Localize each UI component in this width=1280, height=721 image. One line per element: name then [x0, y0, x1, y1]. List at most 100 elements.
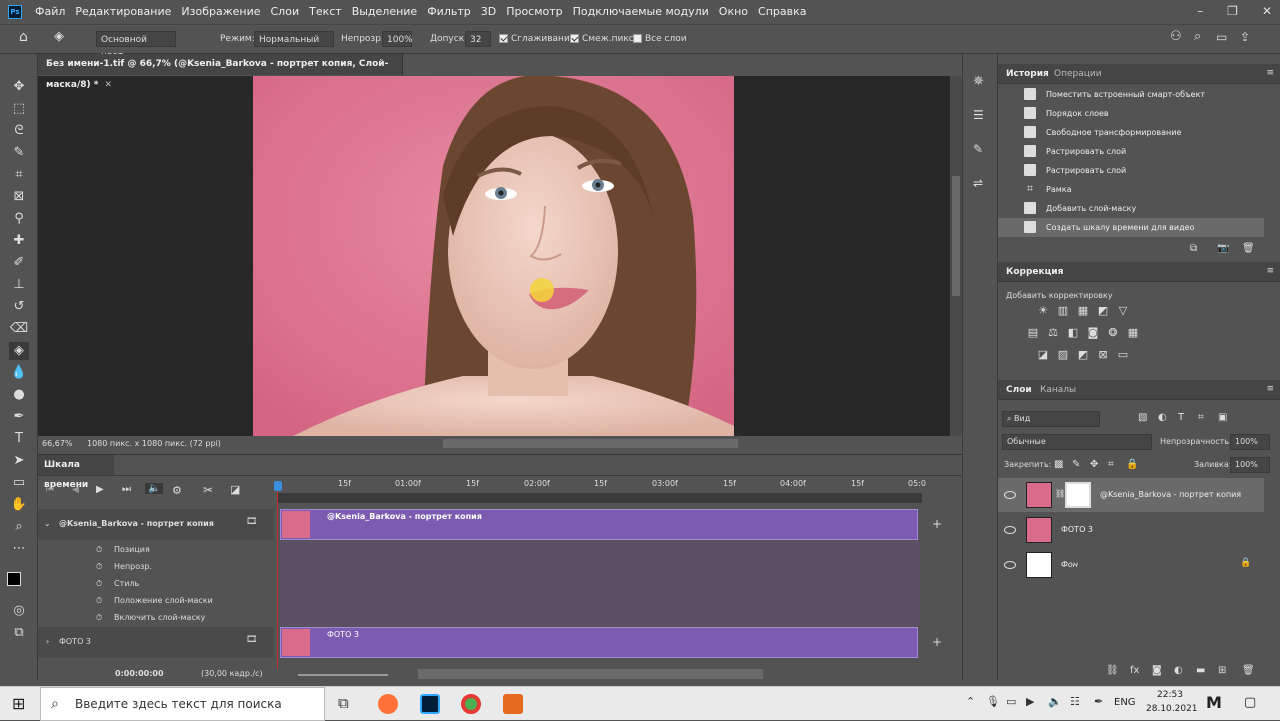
- work-area-bar[interactable]: [278, 493, 922, 503]
- selective-color-icon[interactable]: ⊠: [1096, 349, 1110, 361]
- previous-frame-icon[interactable]: ◀: [72, 485, 79, 495]
- delete-layer-icon[interactable]: 🗑: [1242, 665, 1255, 676]
- photoshop-taskbar-icon[interactable]: [420, 694, 440, 714]
- workspace-icon[interactable]: ▭: [1216, 29, 1227, 45]
- stopwatch-icon[interactable]: ⏱: [96, 596, 102, 606]
- hue-saturation-icon[interactable]: ▤: [1026, 327, 1040, 339]
- brightness-icon[interactable]: ☀: [1036, 305, 1050, 317]
- mode-select[interactable]: Нормальный: [254, 31, 334, 47]
- layer-mask-thumbnail[interactable]: [1065, 482, 1091, 508]
- visibility-eye-icon[interactable]: [1004, 491, 1016, 499]
- visibility-eye-icon[interactable]: [1004, 561, 1016, 569]
- close-tab-icon[interactable]: ✕: [104, 80, 112, 90]
- history-item-active[interactable]: Создать шкалу времени для видео: [998, 218, 1264, 237]
- photo-filter-icon[interactable]: ◙: [1086, 327, 1100, 339]
- hand-tool-icon[interactable]: ✋: [9, 496, 29, 514]
- link-layers-icon[interactable]: ⛓: [1106, 665, 1119, 676]
- film-icon[interactable]: 🎞: [246, 517, 257, 527]
- levels-icon[interactable]: ▥: [1056, 305, 1070, 317]
- stopwatch-icon[interactable]: ⏱: [96, 613, 102, 623]
- tray-expand-icon[interactable]: ⌃: [966, 695, 975, 708]
- quick-select-tool-icon[interactable]: ✎: [9, 144, 29, 162]
- video-clip[interactable]: @Ksenia_Barkova - портрет копия: [280, 509, 918, 540]
- share-icon[interactable]: ⚇: [1170, 29, 1182, 45]
- new-adjustment-icon[interactable]: ◐: [1174, 665, 1183, 676]
- filter-pixel-icon[interactable]: ▧: [1138, 412, 1147, 423]
- color-lookup-icon[interactable]: ▦: [1126, 327, 1140, 339]
- tab-layers[interactable]: Слои: [1000, 380, 1038, 400]
- add-mask-icon[interactable]: ◙: [1152, 665, 1162, 676]
- add-media-icon[interactable]: +: [932, 517, 942, 531]
- collapse-icon[interactable]: ⌄: [44, 519, 51, 528]
- minimize-icon[interactable]: –: [1197, 4, 1203, 18]
- panel-menu-icon[interactable]: ≡: [1266, 384, 1274, 394]
- video-clip[interactable]: ФОТО 3: [280, 627, 918, 658]
- history-item[interactable]: Поместить встроенный смарт-объект: [998, 85, 1264, 104]
- export-icon[interactable]: ⇪: [1240, 29, 1250, 45]
- home-icon[interactable]: ⌂: [19, 29, 28, 45]
- stopwatch-icon[interactable]: ⏱: [96, 562, 102, 572]
- stamp-tool-icon[interactable]: ⊥: [9, 276, 29, 294]
- lock-artboard-icon[interactable]: ⌗: [1108, 459, 1114, 470]
- pen-tool-icon[interactable]: ✒: [9, 408, 29, 426]
- history-panel-icon[interactable]: ✵: [973, 74, 984, 89]
- go-to-first-frame-icon[interactable]: ⏮: [46, 485, 54, 495]
- zoom-level[interactable]: 66,67%: [42, 437, 73, 451]
- frame-tool-icon[interactable]: ⊠: [9, 188, 29, 206]
- timeline-tab[interactable]: Шкала времени: [38, 455, 114, 490]
- shape-tool-icon[interactable]: ▭: [9, 474, 29, 492]
- eyedropper-tool-icon[interactable]: ⚲: [9, 210, 29, 228]
- new-doc-from-state-icon[interactable]: ⧉: [1190, 243, 1197, 254]
- meet-icon[interactable]: ▶: [1026, 695, 1034, 708]
- network-icon[interactable]: ▭: [1006, 695, 1016, 708]
- menu-help[interactable]: Справка: [753, 0, 811, 24]
- menu-layers[interactable]: Слои: [266, 0, 305, 24]
- play-icon[interactable]: ▶: [96, 484, 104, 495]
- crop-tool-icon[interactable]: ⌗: [9, 166, 29, 184]
- track-header[interactable]: ⌄ @Ksenia_Barkova - портрет копия 🎞: [38, 509, 274, 540]
- paint-bucket-icon[interactable]: ◈: [54, 29, 64, 45]
- fill-input[interactable]: 100%: [1230, 457, 1270, 473]
- properties-panel-icon[interactable]: ☰: [973, 108, 984, 122]
- curves-icon[interactable]: ▦: [1076, 305, 1090, 317]
- antialias-checkbox[interactable]: Сглаживание: [499, 31, 575, 47]
- color-balance-icon[interactable]: ⚖: [1046, 327, 1060, 339]
- menu-select[interactable]: Выделение: [347, 0, 423, 24]
- brush-panel-icon[interactable]: ✎: [973, 142, 983, 156]
- filter-smart-icon[interactable]: ▣: [1218, 412, 1227, 423]
- settings-gear-icon[interactable]: ⚙: [172, 484, 182, 497]
- history-item[interactable]: Добавить слой-маску: [998, 199, 1264, 218]
- link-icon[interactable]: ⛓: [1055, 489, 1065, 498]
- layer-row-active[interactable]: ⛓ @Ksenia_Barkova - портрет копия: [998, 478, 1264, 512]
- timeline-ruler[interactable]: 15f 01:00f 15f 02:00f 15f 03:00f 15f 04:…: [278, 479, 926, 505]
- history-item[interactable]: Растрировать слой: [998, 142, 1264, 161]
- windows-start-icon[interactable]: ⊞: [12, 694, 25, 713]
- more-tools-icon[interactable]: ⋯: [9, 540, 29, 558]
- black-white-icon[interactable]: ◧: [1066, 327, 1080, 339]
- quick-mask-icon[interactable]: ◎: [9, 602, 29, 620]
- language-indicator[interactable]: ENG: [1114, 697, 1136, 708]
- lock-transparency-icon[interactable]: ▩: [1054, 459, 1063, 470]
- audio-icon[interactable]: 🔈: [145, 483, 164, 494]
- microphone-icon[interactable]: 🎙: [986, 695, 1000, 708]
- layer-style-icon[interactable]: fx: [1130, 665, 1139, 676]
- menu-view[interactable]: Просмотр: [501, 0, 567, 24]
- menu-edit[interactable]: Редактирование: [70, 0, 176, 24]
- lock-all-icon[interactable]: 🔒: [1126, 459, 1138, 470]
- adjustments-panel-icon[interactable]: ⇌: [973, 176, 983, 190]
- tolerance-input[interactable]: 32: [465, 31, 491, 47]
- menu-plugins[interactable]: Подключаемые модули: [568, 0, 714, 24]
- task-view-icon[interactable]: ⧉: [338, 694, 349, 712]
- dodge-tool-icon[interactable]: ●: [9, 386, 29, 404]
- taskbar-search[interactable]: ⌕ Введите здесь текст для поиска: [40, 687, 325, 721]
- healing-tool-icon[interactable]: ✚: [9, 232, 29, 250]
- stopwatch-icon[interactable]: ⏱: [96, 545, 102, 555]
- move-tool-icon[interactable]: ✥: [9, 78, 29, 96]
- stopwatch-icon[interactable]: ⏱: [96, 579, 102, 589]
- screen-mode-icon[interactable]: ⧉: [9, 624, 29, 642]
- layer-row[interactable]: ФОТО 3: [998, 513, 1264, 547]
- menu-filter[interactable]: Фильтр: [422, 0, 476, 24]
- clock-date[interactable]: 28.10.2021: [1146, 704, 1198, 714]
- wifi-icon[interactable]: ☷: [1070, 695, 1080, 708]
- layer-filter-select[interactable]: ⌕ Вид: [1002, 411, 1100, 427]
